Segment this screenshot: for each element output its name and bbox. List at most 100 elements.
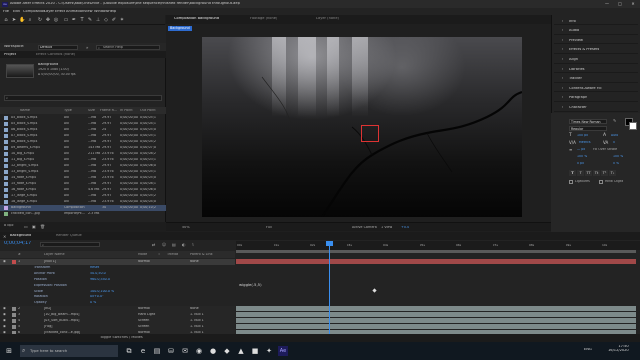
layer-name[interactable]: [Fog] xyxy=(44,325,104,328)
expand-chevron-icon[interactable]: › xyxy=(562,58,563,62)
label-color-swatch[interactable] xyxy=(12,324,16,329)
project-row[interactable]: Background Composition 30 0;00;00;00 0;00;10… xyxy=(0,205,166,211)
visibility-eye-icon[interactable]: ◉ xyxy=(3,313,6,316)
label-color-swatch[interactable] xyxy=(12,260,16,264)
expand-chevron-icon[interactable]: › xyxy=(562,48,563,52)
project-row[interactable]: 07_black_s.mp4 AVI ...MB 29.97 0;00;00;00 0;0… xyxy=(0,133,166,139)
col-type[interactable]: Type xyxy=(64,109,72,112)
faux-bold-button[interactable]: T xyxy=(569,170,576,176)
type-tool-icon[interactable]: T xyxy=(79,17,85,23)
task-view-icon[interactable]: ⧉ xyxy=(124,346,134,356)
store-icon[interactable]: ⛁ xyxy=(166,346,176,356)
small-caps-button[interactable]: Tt xyxy=(593,170,600,176)
region-of-interest[interactable] xyxy=(361,125,379,142)
edge-icon[interactable]: e xyxy=(138,346,148,356)
layer-name[interactable]: [BG] xyxy=(44,307,104,310)
frame-blending-icon[interactable]: ▤ xyxy=(172,242,176,247)
work-area-bar[interactable] xyxy=(236,250,636,253)
eraser-tool-icon[interactable]: ◇ xyxy=(103,17,109,23)
project-row[interactable]: 13_bright_s.mp4 AVI ...MB 23.976 0;00;00;00 0… xyxy=(0,169,166,175)
puppet-tool-icon[interactable]: ✶ xyxy=(119,17,125,23)
hand-tool-icon[interactable]: ✋ xyxy=(19,17,25,23)
after-effects-taskbar-icon[interactable]: Ae xyxy=(278,346,288,356)
expand-chevron-icon[interactable]: › xyxy=(562,96,563,100)
panel-item[interactable]: Tracker › xyxy=(554,75,638,83)
panel-item[interactable]: Align › xyxy=(554,55,638,64)
layer-duration-bar[interactable] xyxy=(236,312,636,318)
current-time-indicator[interactable] xyxy=(329,241,330,341)
parent-select[interactable]: None xyxy=(190,307,230,310)
tab-background[interactable]: Background xyxy=(10,234,31,238)
menu-animation[interactable]: Animation xyxy=(66,10,84,14)
time-ruler[interactable] xyxy=(236,241,640,250)
panel-item[interactable]: Libraries › xyxy=(554,65,638,74)
expand-chevron-icon[interactable]: › xyxy=(562,87,563,91)
maximize-button[interactable]: □ xyxy=(614,1,626,7)
graph-editor-icon[interactable]: ⌇ xyxy=(192,242,194,247)
pan-behind-icon[interactable]: ◎ xyxy=(53,17,59,23)
menu-view[interactable]: View xyxy=(84,10,93,14)
new-folder-icon[interactable]: ▭ xyxy=(24,224,28,229)
app-icon[interactable]: ● xyxy=(208,346,218,356)
tab-composition[interactable]: Composition Background xyxy=(174,17,219,21)
property-value[interactable]: 100.0,100.0 % xyxy=(90,290,130,293)
faux-italic-button[interactable]: T xyxy=(577,170,584,176)
visibility-eye-icon[interactable]: ◉ xyxy=(3,319,6,322)
col-out-point[interactable]: Out Point xyxy=(140,109,156,112)
kerning-value[interactable]: Metrics xyxy=(579,141,591,144)
project-row[interactable]: 17_large_s.mp4 AVI ...MB 29.97 0;00;00;00 0;0… xyxy=(0,193,166,199)
app-icon[interactable]: ✦ xyxy=(264,346,274,356)
resolution-select[interactable]: Full xyxy=(266,226,272,229)
horizontal-scale-value[interactable]: 100 % xyxy=(613,155,623,158)
property-value[interactable]: 960.0,540.0 xyxy=(90,278,130,281)
blend-mode-select[interactable]: Hard Light xyxy=(138,313,156,316)
parent-select[interactable]: 1. Null 1 xyxy=(190,319,230,322)
file-explorer-icon[interactable]: ▤ xyxy=(152,346,162,356)
stroke-color-swatch[interactable] xyxy=(629,122,637,130)
all-caps-button[interactable]: TT xyxy=(585,170,592,176)
vertical-scale-value[interactable]: 100 % xyxy=(577,155,587,158)
property-value[interactable]: Reset xyxy=(90,266,130,269)
project-row[interactable]: 12_bright_s.mp4 AVI ...MB 29.97 0;00;00;00 0;… xyxy=(0,163,166,169)
app-icon[interactable]: ◆ xyxy=(222,346,232,356)
visibility-eye-icon[interactable]: ◉ xyxy=(3,325,6,328)
project-row[interactable]: 15_fade_s.mp4 AVI ...MB 29.97 0;00;00;00 0;00… xyxy=(0,181,166,187)
project-row[interactable]: 05_black_s.mp4 AVI ...MB 29.97 0;00;00;00 0;0… xyxy=(0,121,166,127)
app-icon[interactable]: ▲ xyxy=(236,346,246,356)
rectangle-tool-icon[interactable]: ▭ xyxy=(63,17,69,23)
search-help-input[interactable]: ⌕ Search Help xyxy=(96,44,160,50)
motion-blur-icon[interactable]: ◐ xyxy=(182,242,186,247)
pen-tool-icon[interactable]: ✒ xyxy=(71,17,77,23)
stroke-mode-select[interactable]: Fill Over Stroke xyxy=(593,148,617,151)
taskbar-search[interactable]: ⌕ Type here to search xyxy=(20,345,118,357)
visibility-eye-icon[interactable]: ◉ xyxy=(3,307,6,310)
project-row[interactable]: 09_Beams_s.mp4 AVI 143 MB 29.97 0;00;00;00 0;… xyxy=(0,145,166,151)
col-name[interactable]: Name xyxy=(20,109,30,112)
leading-value[interactable]: Auto xyxy=(611,134,618,137)
layer-duration-bar[interactable] xyxy=(236,323,636,330)
comp-flowchart-icon[interactable]: ⇄ xyxy=(152,242,155,247)
col-size[interactable]: Size xyxy=(88,109,95,112)
camera-select[interactable]: Active Camera xyxy=(352,226,377,229)
zoom-tool-icon[interactable]: ⌕ xyxy=(27,17,33,23)
panel-item[interactable]: Content-Aware Fill › xyxy=(554,84,638,93)
menu-edit[interactable]: Edit xyxy=(13,10,20,14)
mail-icon[interactable]: ✉ xyxy=(180,346,190,356)
menu-layer[interactable]: Layer xyxy=(44,10,54,14)
camera-tool-icon[interactable]: ✥ xyxy=(45,17,51,23)
project-row[interactable]: cracked_con...jpg ImporteJPE... 2.3 MB xyxy=(0,211,166,217)
col-frame-rate[interactable]: Frame R... xyxy=(100,109,118,112)
property-value[interactable]: 0x+0.0° xyxy=(90,295,130,298)
view-layout-select[interactable]: 1 View xyxy=(381,226,392,229)
tab-project[interactable]: Project xyxy=(4,53,16,57)
expand-chevron-icon[interactable]: › xyxy=(562,77,563,81)
property-value[interactable]: 50.0,50.0 xyxy=(90,272,130,275)
project-row[interactable]: 06_black_s.mp4 AVI ...MB 24 0;00;00;00 0;00;0… xyxy=(0,127,166,133)
expand-chevron-icon[interactable]: › xyxy=(562,39,563,43)
subscript-button[interactable]: T₁ xyxy=(609,170,616,176)
menu-window[interactable]: Window xyxy=(94,10,108,14)
toggle-switches-modes[interactable]: Toggle Switches / Modes xyxy=(100,336,143,340)
col-layer-name[interactable]: Layer Name xyxy=(44,253,65,256)
language-indicator[interactable]: ENG xyxy=(584,348,592,352)
layer-duration-bar[interactable] xyxy=(236,318,636,324)
